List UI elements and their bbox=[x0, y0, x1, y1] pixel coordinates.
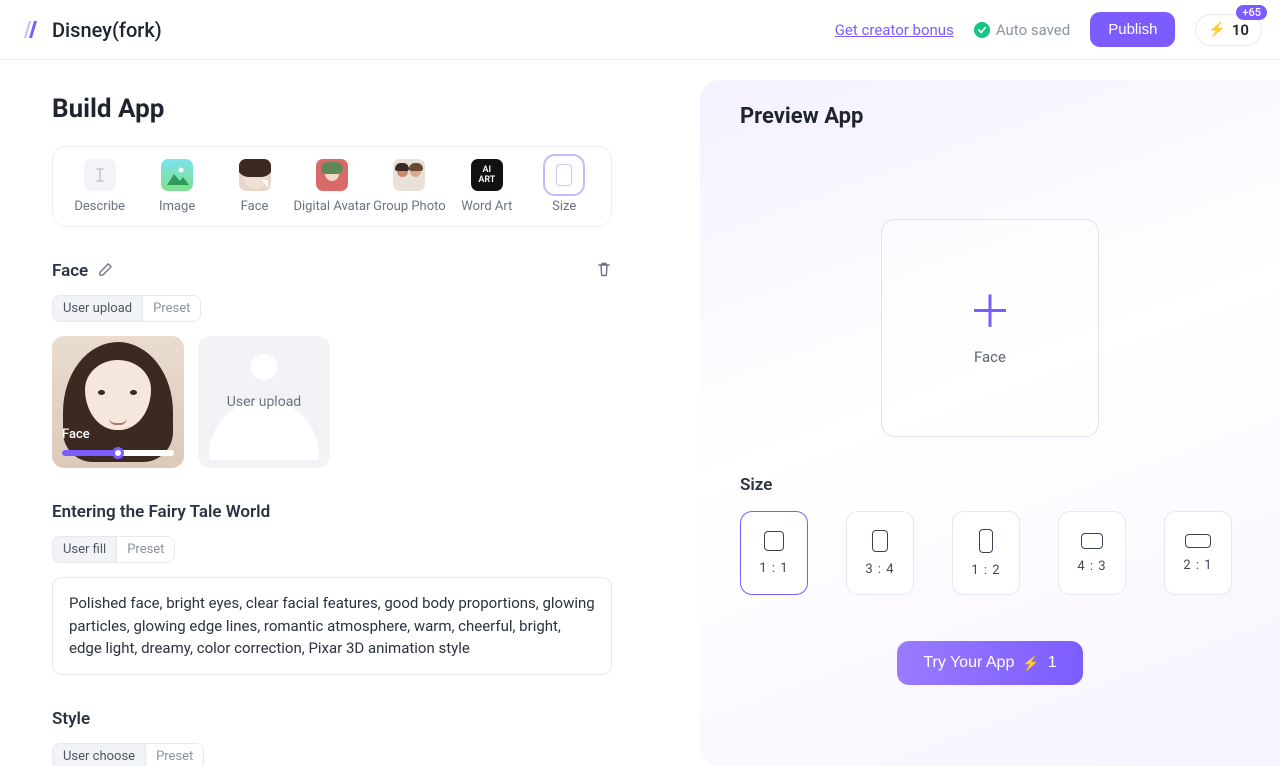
type-selector: Describe Image Face bbox=[52, 146, 612, 227]
size-label: 1 : 1 bbox=[759, 561, 788, 576]
pill-user-fill[interactable]: User fill bbox=[53, 537, 116, 562]
type-label: Image bbox=[159, 199, 195, 214]
ratio-shape-icon bbox=[872, 530, 888, 552]
header: Disney(fork) Get creator bonus Auto save… bbox=[0, 0, 1280, 60]
size-label: 3 : 4 bbox=[865, 562, 894, 577]
credits-badge: +65 bbox=[1236, 5, 1267, 20]
word-art-icon: AIART bbox=[471, 159, 503, 191]
pill-preset[interactable]: Preset bbox=[116, 537, 174, 562]
size-label: 1 : 2 bbox=[971, 563, 1000, 578]
build-panel: Build App Describe Image F bbox=[0, 60, 660, 766]
face-example-caption: Face bbox=[62, 427, 90, 442]
avatar-icon bbox=[316, 159, 348, 191]
preview-title: Preview App bbox=[740, 104, 1240, 129]
edit-icon[interactable] bbox=[98, 262, 113, 281]
size-options: 1 : 1 3 : 4 1 : 2 4 : 3 2 : 1 bbox=[740, 511, 1240, 595]
auto-saved-label: Auto saved bbox=[996, 21, 1070, 39]
size-label: 2 : 1 bbox=[1183, 558, 1212, 573]
ratio-shape-icon bbox=[764, 531, 784, 551]
style-section-title: Style bbox=[52, 709, 90, 729]
face-mode-pills: User upload Preset bbox=[52, 295, 201, 322]
size-label: 4 : 3 bbox=[1077, 559, 1106, 574]
size-option-3-4[interactable]: 3 : 4 bbox=[846, 511, 914, 595]
size-option-4-3[interactable]: 4 : 3 bbox=[1058, 511, 1126, 595]
pill-preset[interactable]: Preset bbox=[145, 744, 203, 766]
landscape-icon bbox=[161, 159, 193, 191]
publish-button[interactable]: Publish bbox=[1090, 12, 1175, 47]
type-word-art[interactable]: AIART Word Art bbox=[448, 159, 525, 214]
face-icon bbox=[239, 159, 271, 191]
preview-panel: Preview App ＋ Face Size 1 : 1 3 : 4 1 : … bbox=[700, 80, 1280, 766]
ratio-shape-icon bbox=[1081, 533, 1103, 549]
drop-zone-label: Face bbox=[974, 348, 1006, 366]
type-digital-avatar[interactable]: Digital Avatar bbox=[293, 159, 370, 214]
pill-user-choose[interactable]: User choose bbox=[53, 744, 145, 766]
face-section-title: Face bbox=[52, 261, 88, 281]
type-label: Face bbox=[241, 199, 269, 214]
type-label: Word Art bbox=[461, 199, 512, 214]
credits-value: 10 bbox=[1232, 21, 1249, 39]
type-face[interactable]: Face bbox=[216, 159, 293, 214]
size-option-1-1[interactable]: 1 : 1 bbox=[740, 511, 808, 595]
bolt-icon: ⚡ bbox=[1208, 22, 1225, 38]
face-cards: Face User upload bbox=[52, 336, 612, 468]
credits-pill[interactable]: ⚡ 10 +65 bbox=[1195, 14, 1262, 46]
size-title: Size bbox=[740, 475, 1240, 495]
pill-preset[interactable]: Preset bbox=[142, 296, 200, 321]
header-right: Get creator bonus Auto saved Publish ⚡ 1… bbox=[835, 12, 1262, 47]
type-image[interactable]: Image bbox=[138, 159, 215, 214]
pill-user-upload[interactable]: User upload bbox=[53, 296, 142, 321]
ratio-shape-icon bbox=[1185, 534, 1211, 548]
face-example-card[interactable]: Face bbox=[52, 336, 184, 468]
face-upload-card[interactable]: User upload bbox=[198, 336, 330, 468]
prompt-textbox[interactable]: Polished face, bright eyes, clear facial… bbox=[52, 577, 612, 675]
size-option-1-2[interactable]: 1 : 2 bbox=[952, 511, 1020, 595]
text-cursor-icon bbox=[84, 159, 116, 191]
try-app-cost: 1 bbox=[1048, 654, 1057, 672]
try-app-label: Try Your App bbox=[923, 654, 1014, 672]
try-app-button[interactable]: Try Your App ⚡ 1 bbox=[897, 641, 1082, 685]
app-logo-icon bbox=[18, 18, 42, 42]
face-upload-text: User upload bbox=[227, 394, 301, 410]
type-label: Digital Avatar bbox=[293, 199, 370, 214]
face-weight-slider[interactable] bbox=[62, 450, 174, 456]
header-left: Disney(fork) bbox=[18, 18, 162, 42]
group-icon bbox=[393, 159, 425, 191]
prompt-mode-pills: User fill Preset bbox=[52, 536, 175, 563]
trash-icon[interactable] bbox=[596, 261, 612, 281]
preview-panel-wrapper: Preview App ＋ Face Size 1 : 1 3 : 4 1 : … bbox=[660, 60, 1280, 766]
type-size[interactable]: Size bbox=[526, 159, 603, 214]
prompt-section-head: Entering the Fairy Tale World bbox=[52, 502, 612, 522]
prompt-section-title: Entering the Fairy Tale World bbox=[52, 502, 270, 522]
type-describe[interactable]: Describe bbox=[61, 159, 138, 214]
type-group-photo[interactable]: Group Photo bbox=[371, 159, 448, 214]
type-label: Group Photo bbox=[373, 199, 446, 214]
creator-bonus-link[interactable]: Get creator bonus bbox=[835, 21, 954, 39]
type-label: Size bbox=[552, 199, 576, 214]
face-section-head: Face bbox=[52, 261, 612, 281]
type-label: Describe bbox=[74, 199, 125, 214]
plus-icon: ＋ bbox=[968, 290, 1012, 334]
style-mode-pills: User choose Preset bbox=[52, 743, 204, 766]
size-icon bbox=[548, 159, 580, 191]
style-section-head: Style bbox=[52, 709, 612, 729]
app-title: Disney(fork) bbox=[52, 18, 162, 42]
face-drop-zone[interactable]: ＋ Face bbox=[881, 219, 1099, 437]
build-title: Build App bbox=[52, 94, 612, 124]
auto-saved-status: Auto saved bbox=[974, 21, 1070, 39]
bolt-icon: ⚡ bbox=[1022, 655, 1039, 672]
check-circle-icon bbox=[974, 22, 990, 38]
ratio-shape-icon bbox=[979, 529, 993, 553]
size-option-2-1[interactable]: 2 : 1 bbox=[1164, 511, 1232, 595]
